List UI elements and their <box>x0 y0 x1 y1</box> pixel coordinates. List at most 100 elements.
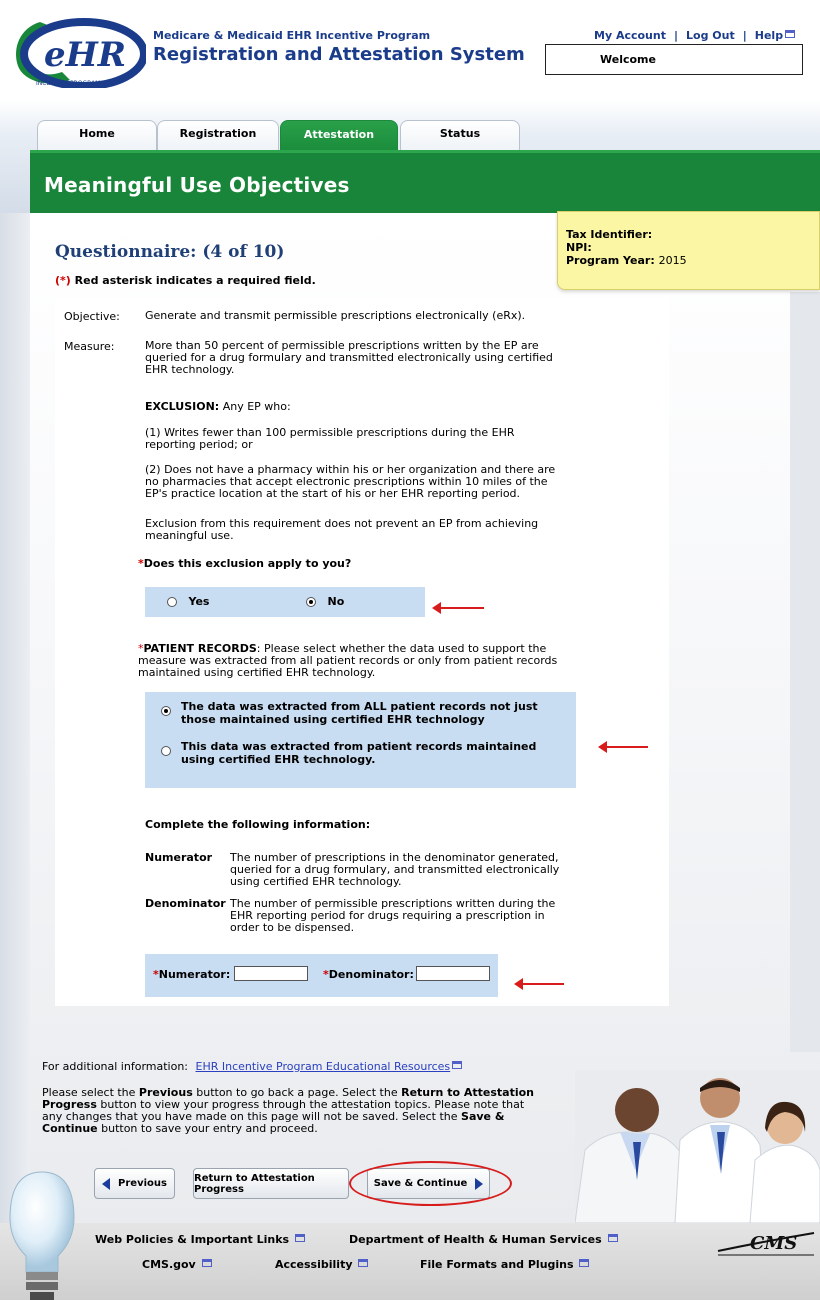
cms-logo: CMS <box>717 1232 815 1256</box>
required-note-text: Red asterisk indicates a required field. <box>70 274 316 287</box>
instructions: Please select the Previous button to go … <box>42 1087 542 1135</box>
logo-text: eHR <box>44 35 126 75</box>
file-formats-label: File Formats and Plugins <box>420 1258 574 1271</box>
return-label: Return to Attestation Progress <box>194 1172 315 1195</box>
external-window-icon <box>201 1259 212 1267</box>
numerator-input[interactable] <box>234 966 308 981</box>
previous-button[interactable]: Previous <box>94 1168 175 1199</box>
option-certified-records-label[interactable]: This data was extracted from patient rec… <box>181 740 571 766</box>
tab-attestation[interactable]: Attestation <box>280 120 398 154</box>
program-year-value: 2015 <box>658 254 687 267</box>
log-out-link[interactable]: Log Out <box>686 29 735 42</box>
right-strip <box>790 292 820 1052</box>
program-title: Registration and Attestation System <box>153 44 525 65</box>
accessibility-link[interactable]: Accessibility <box>275 1258 369 1271</box>
educational-resources-link[interactable]: EHR Incentive Program Educational Resour… <box>196 1060 451 1073</box>
external-window-icon <box>607 1234 618 1242</box>
questionnaire-heading: Questionnaire: (4 of 10) <box>55 242 285 262</box>
external-window-icon <box>294 1234 305 1242</box>
provider-info-box: Tax Identifier: NPI: Program Year: 2015 <box>557 211 820 290</box>
help-link-label: Help <box>754 29 784 42</box>
tax-identifier-label: Tax Identifier: <box>566 228 653 241</box>
educational-resources-link-text: EHR Incentive Program Educational Resour… <box>195 1060 451 1073</box>
numerator-description: The number of prescriptions in the denom… <box>230 851 560 888</box>
radio-certified-records[interactable] <box>161 746 171 756</box>
page-title: Meaningful Use Objectives <box>44 173 350 197</box>
annotation-circle <box>349 1161 512 1206</box>
annotation-arrow <box>514 978 564 990</box>
left-strip <box>0 213 30 1223</box>
numerator-field-label: *Numerator: <box>153 968 230 981</box>
ehr-logo: eHR INCENTIVE PROGRAM <box>16 18 146 88</box>
logo-subtext: INCENTIVE PROGRAM <box>36 80 100 87</box>
lightbulb-icon <box>9 1171 75 1300</box>
tab-registration[interactable]: Registration <box>157 120 279 152</box>
no-label: No <box>327 595 345 608</box>
link-separator: | <box>742 29 747 42</box>
help-link[interactable]: Help <box>754 29 796 42</box>
numerator-term: Numerator <box>145 851 213 864</box>
file-formats-link[interactable]: File Formats and Plugins <box>420 1258 590 1271</box>
option-no[interactable]: No <box>306 595 344 608</box>
tab-status[interactable]: Status <box>400 120 520 152</box>
exclusion-intro-text: Any EP who: <box>219 400 291 413</box>
npi-label: NPI: <box>566 241 592 254</box>
program-year: Program Year: 2015 <box>566 254 811 267</box>
my-account-link[interactable]: My Account <box>594 29 666 42</box>
previous-label: Previous <box>118 1178 167 1189</box>
objective-text: Generate and transmit permissible prescr… <box>145 309 526 322</box>
denominator-field-label: *Denominator: <box>323 968 414 981</box>
return-to-attestation-progress-button[interactable]: Return to Attestation Progress <box>193 1168 349 1199</box>
questionnaire-content: Objective: Generate and transmit permiss… <box>55 298 669 1006</box>
cms-gov-label: CMS.gov <box>142 1258 196 1271</box>
instructions-text: button to save your entry and proceed. <box>97 1122 318 1135</box>
external-window-icon <box>452 1061 463 1069</box>
required-note: (*) Red asterisk indicates a required fi… <box>55 274 316 287</box>
instructions-text: button to view your progress through the… <box>42 1098 525 1123</box>
radio-yes[interactable] <box>167 597 177 607</box>
exclusion-intro: EXCLUSION: Any EP who: <box>145 401 565 413</box>
exclusion-answer-box: Yes No <box>145 587 425 617</box>
exclusion-note: Exclusion from this requirement does not… <box>145 517 539 542</box>
measure-label: Measure: <box>64 340 115 353</box>
patient-records-text: *PATIENT RECORDS: Please select whether … <box>138 643 568 679</box>
doctors-illustration <box>575 1070 820 1223</box>
page-banner: Meaningful Use Objectives <box>30 150 820 213</box>
external-window-icon <box>579 1259 590 1267</box>
denominator-term: Denominator <box>145 897 226 910</box>
external-window-icon <box>358 1259 369 1267</box>
radio-all-records[interactable] <box>161 706 171 716</box>
required-star: (*) <box>55 274 71 287</box>
web-policies-link[interactable]: Web Policies & Important Links <box>95 1233 305 1246</box>
numerator-field-label-text: Numerator: <box>158 968 231 981</box>
additional-info-label: For additional information: <box>42 1060 189 1073</box>
link-separator: | <box>673 29 679 42</box>
arrow-left-icon <box>102 1177 111 1190</box>
exclusion-question: *Does this exclusion apply to you? <box>138 558 558 570</box>
denominator-description: The number of permissible prescriptions … <box>230 897 556 934</box>
denominator-input[interactable] <box>416 966 490 981</box>
external-window-icon <box>785 30 796 38</box>
option-yes[interactable]: Yes <box>167 595 209 608</box>
option-all-records-label[interactable]: The data was extracted from ALL patient … <box>181 700 571 726</box>
exclusion-criterion-2: (2) Does not have a pharmacy within his … <box>145 463 556 500</box>
hhs-label: Department of Health & Human Services <box>349 1233 602 1246</box>
complete-info-heading: Complete the following information: <box>145 818 371 831</box>
tab-home[interactable]: Home <box>37 120 157 152</box>
program-year-label: Program Year: <box>566 254 655 267</box>
cms-gov-link[interactable]: CMS.gov <box>142 1258 212 1271</box>
annotation-arrow <box>432 602 484 614</box>
objective-label: Objective: <box>64 310 120 323</box>
hhs-link[interactable]: Department of Health & Human Services <box>349 1233 618 1246</box>
denominator-field-label-text: Denominator: <box>328 968 414 981</box>
additional-info: For additional information: EHR Incentiv… <box>42 1060 463 1073</box>
web-policies-label: Web Policies & Important Links <box>95 1233 290 1246</box>
radio-no[interactable] <box>306 597 316 607</box>
annotation-arrow <box>598 741 648 753</box>
program-subtitle: Medicare & Medicaid EHR Incentive Progra… <box>153 29 431 42</box>
numerator-denominator-box: *Numerator: *Denominator: <box>145 954 498 997</box>
top-links: My Account | Log Out | Help <box>594 29 796 42</box>
accessibility-label: Accessibility <box>275 1258 353 1271</box>
measure-text: More than 50 percent of permissible pres… <box>145 339 553 376</box>
exclusion-question-text: Does this exclusion apply to you? <box>143 557 352 570</box>
